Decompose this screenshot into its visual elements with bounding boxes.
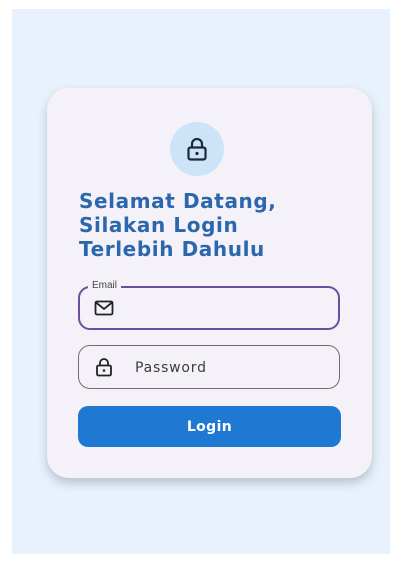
login-button[interactable]: Login (78, 406, 341, 447)
welcome-line-2: Silakan Login (79, 213, 239, 237)
welcome-heading: Selamat Datang, Silakan Login Terlebih D… (79, 189, 349, 261)
lock-badge (170, 122, 224, 176)
welcome-line-1: Selamat Datang, (79, 189, 277, 213)
login-screen: Selamat Datang, Silakan Login Terlebih D… (12, 9, 390, 554)
email-input[interactable] (124, 296, 328, 324)
lock-icon (187, 137, 207, 161)
email-field-label: Email (88, 279, 122, 293)
lock-icon (96, 358, 112, 377)
login-card: Selamat Datang, Silakan Login Terlebih D… (47, 88, 372, 478)
password-input[interactable] (133, 354, 327, 382)
mail-icon (94, 300, 114, 316)
welcome-line-3: Terlebih Dahulu (79, 237, 265, 261)
email-field[interactable]: Email (78, 279, 340, 330)
password-field[interactable] (78, 345, 340, 389)
